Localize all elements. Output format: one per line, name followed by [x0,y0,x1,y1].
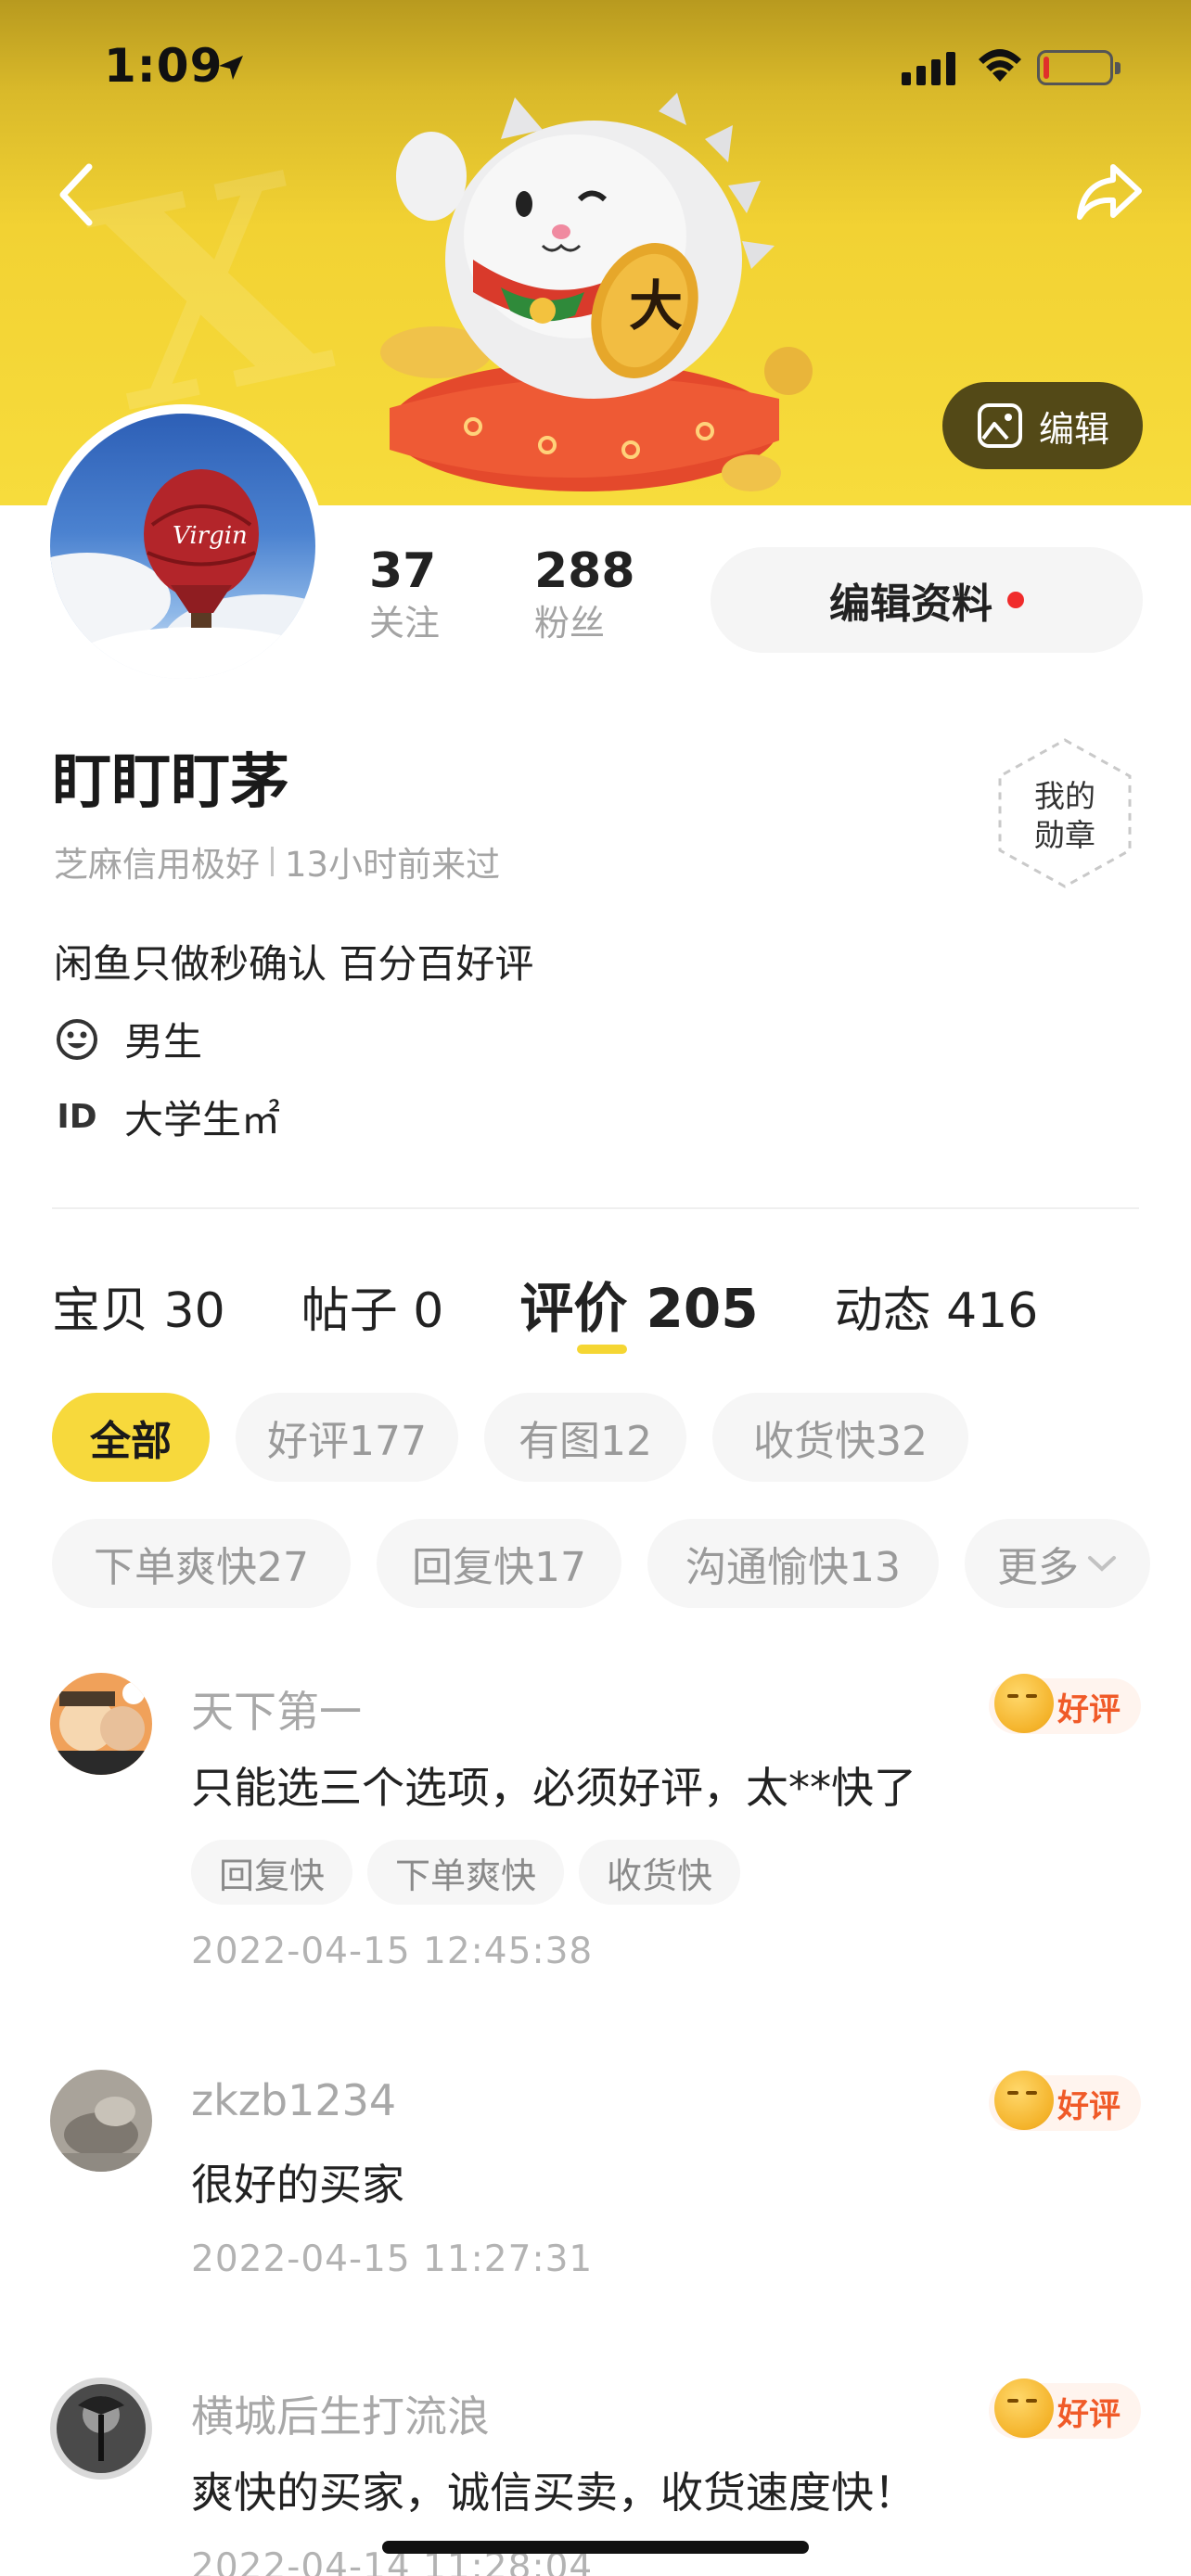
badge-label-line1: 我的 [1034,778,1095,814]
id-label: ID [57,1098,97,1136]
svg-text:Virgin: Virgin [173,522,248,550]
filter-positive[interactable]: 好评177 [236,1393,458,1482]
tab-activity[interactable]: 动态 416 [835,1271,1039,1341]
tab-posts[interactable]: 帖子 0 [301,1271,444,1341]
review-item: zkzb1234 好评 很好的买家 2022-04-15 11:27:31 [0,2066,1191,2289]
filter-quick-order[interactable]: 下单爽快27 [52,1519,351,1608]
happy-face-icon [994,2378,1054,2438]
notification-dot [1007,592,1024,608]
signal-icon [902,52,955,85]
active-tab-indicator [577,1345,627,1354]
badge-label-line2: 勋章 [1034,817,1095,853]
followers-count: 288 [534,543,635,599]
image-icon [977,403,1022,448]
tab-items[interactable]: 宝贝 30 [52,1271,225,1341]
edit-profile-label: 编辑资料 [829,580,992,628]
profile-tabs: 宝贝 30 帖子 0 评价 205 动态 416 [52,1265,1038,1343]
review-tag: 回复快 [191,1840,353,1905]
happy-face-icon [994,1674,1054,1733]
review-time: 2022-04-15 12:45:38 [191,1931,594,1972]
review-time: 2022-04-15 11:27:31 [191,2238,594,2280]
review-tag: 收货快 [579,1840,741,1905]
mascot-illustration: 大 [380,93,813,491]
nickname: 盯盯盯茅 [52,748,289,817]
gender: 男生 [124,1019,203,1065]
reviewer-avatar[interactable] [50,2378,152,2480]
svg-text:大: 大 [629,274,683,338]
filter-fast-receipt[interactable]: 收货快32 [712,1393,968,1482]
followers-stat[interactable]: 288 粉丝 [534,543,635,647]
battery-icon [1037,50,1121,85]
review-content: 很好的买家 [191,2160,404,2210]
section-divider [52,1207,1139,1209]
rating-badge: 好评 [989,1674,1141,1734]
smile-icon [57,1018,97,1060]
followers-label: 粉丝 [534,603,606,644]
reviewer-name: zkzb1234 [191,2075,397,2125]
filter-pleasant-communication[interactable]: 沟通愉快13 [647,1519,939,1608]
rating-badge: 好评 [989,2378,1141,2439]
edit-cover-label: 编辑 [1038,408,1109,450]
home-indicator[interactable] [382,2541,809,2554]
review-content: 只能选三个选项，必须好评，太**快了 [191,1763,916,1813]
rating-badge: 好评 [989,2071,1141,2131]
reviewer-name: 天下第一 [191,1687,362,1737]
reviewer-avatar[interactable] [50,1673,152,1775]
rating-label: 好评 [1057,2395,1121,2433]
rating-label: 好评 [1057,1690,1121,1728]
filter-with-images[interactable]: 有图12 [484,1393,686,1482]
chevron-down-icon [1088,1556,1116,1572]
edit-cover-button[interactable]: 编辑 [942,382,1143,469]
bio: 闲鱼只做秒确认 百分百好评 [54,941,534,987]
tab-reviews[interactable]: 评价 205 [519,1265,758,1343]
identity: 大学生㎡ [124,1097,281,1142]
status-time: 1:09 [104,39,224,93]
status-bar: 1:09 [0,0,1191,130]
following-stat[interactable]: 37 关注 [369,543,440,647]
back-icon[interactable] [50,158,106,232]
avatar[interactable]: Virgin [41,404,325,688]
gender-row: 男生 [54,1011,202,1067]
profile-meta: 芝麻信用极好 13小时前来过 [54,836,500,886]
filter-all[interactable]: 全部 [52,1393,210,1482]
following-label: 关注 [369,603,441,644]
reviewer-avatar[interactable] [50,2070,152,2172]
last-seen: 13小时前来过 [285,845,501,885]
wifi-icon [979,49,1021,82]
filter-fast-reply[interactable]: 回复快17 [377,1519,621,1608]
review-tags: 回复快 下单爽快 收货快 [191,1840,741,1905]
filter-more-label: 更多 [997,1544,1079,1591]
location-arrow-icon [219,56,243,80]
review-item: 天下第一 好评 只能选三个选项，必须好评，太**快了 回复快 下单爽快 收货快 … [0,1669,1191,1975]
share-icon[interactable] [1074,159,1145,224]
edit-profile-button[interactable]: 编辑资料 [711,547,1143,653]
avatar-image: Virgin [50,469,315,679]
reviewer-name: 横城后生打流浪 [191,2391,490,2442]
happy-face-icon [994,2071,1054,2130]
rating-label: 好评 [1057,2087,1121,2125]
identity-row: ID 大学生㎡ [54,1089,280,1145]
filter-more[interactable]: 更多 [965,1519,1150,1608]
credit-level: 芝麻信用极好 [54,845,260,885]
review-tag: 下单爽快 [367,1840,565,1905]
my-badges-button[interactable]: 我的 勋章 [994,736,1135,890]
meta-divider [271,847,274,876]
review-content: 爽快的买家，诚信买卖，收货速度快！ [191,2468,916,2518]
following-count: 37 [369,543,437,599]
